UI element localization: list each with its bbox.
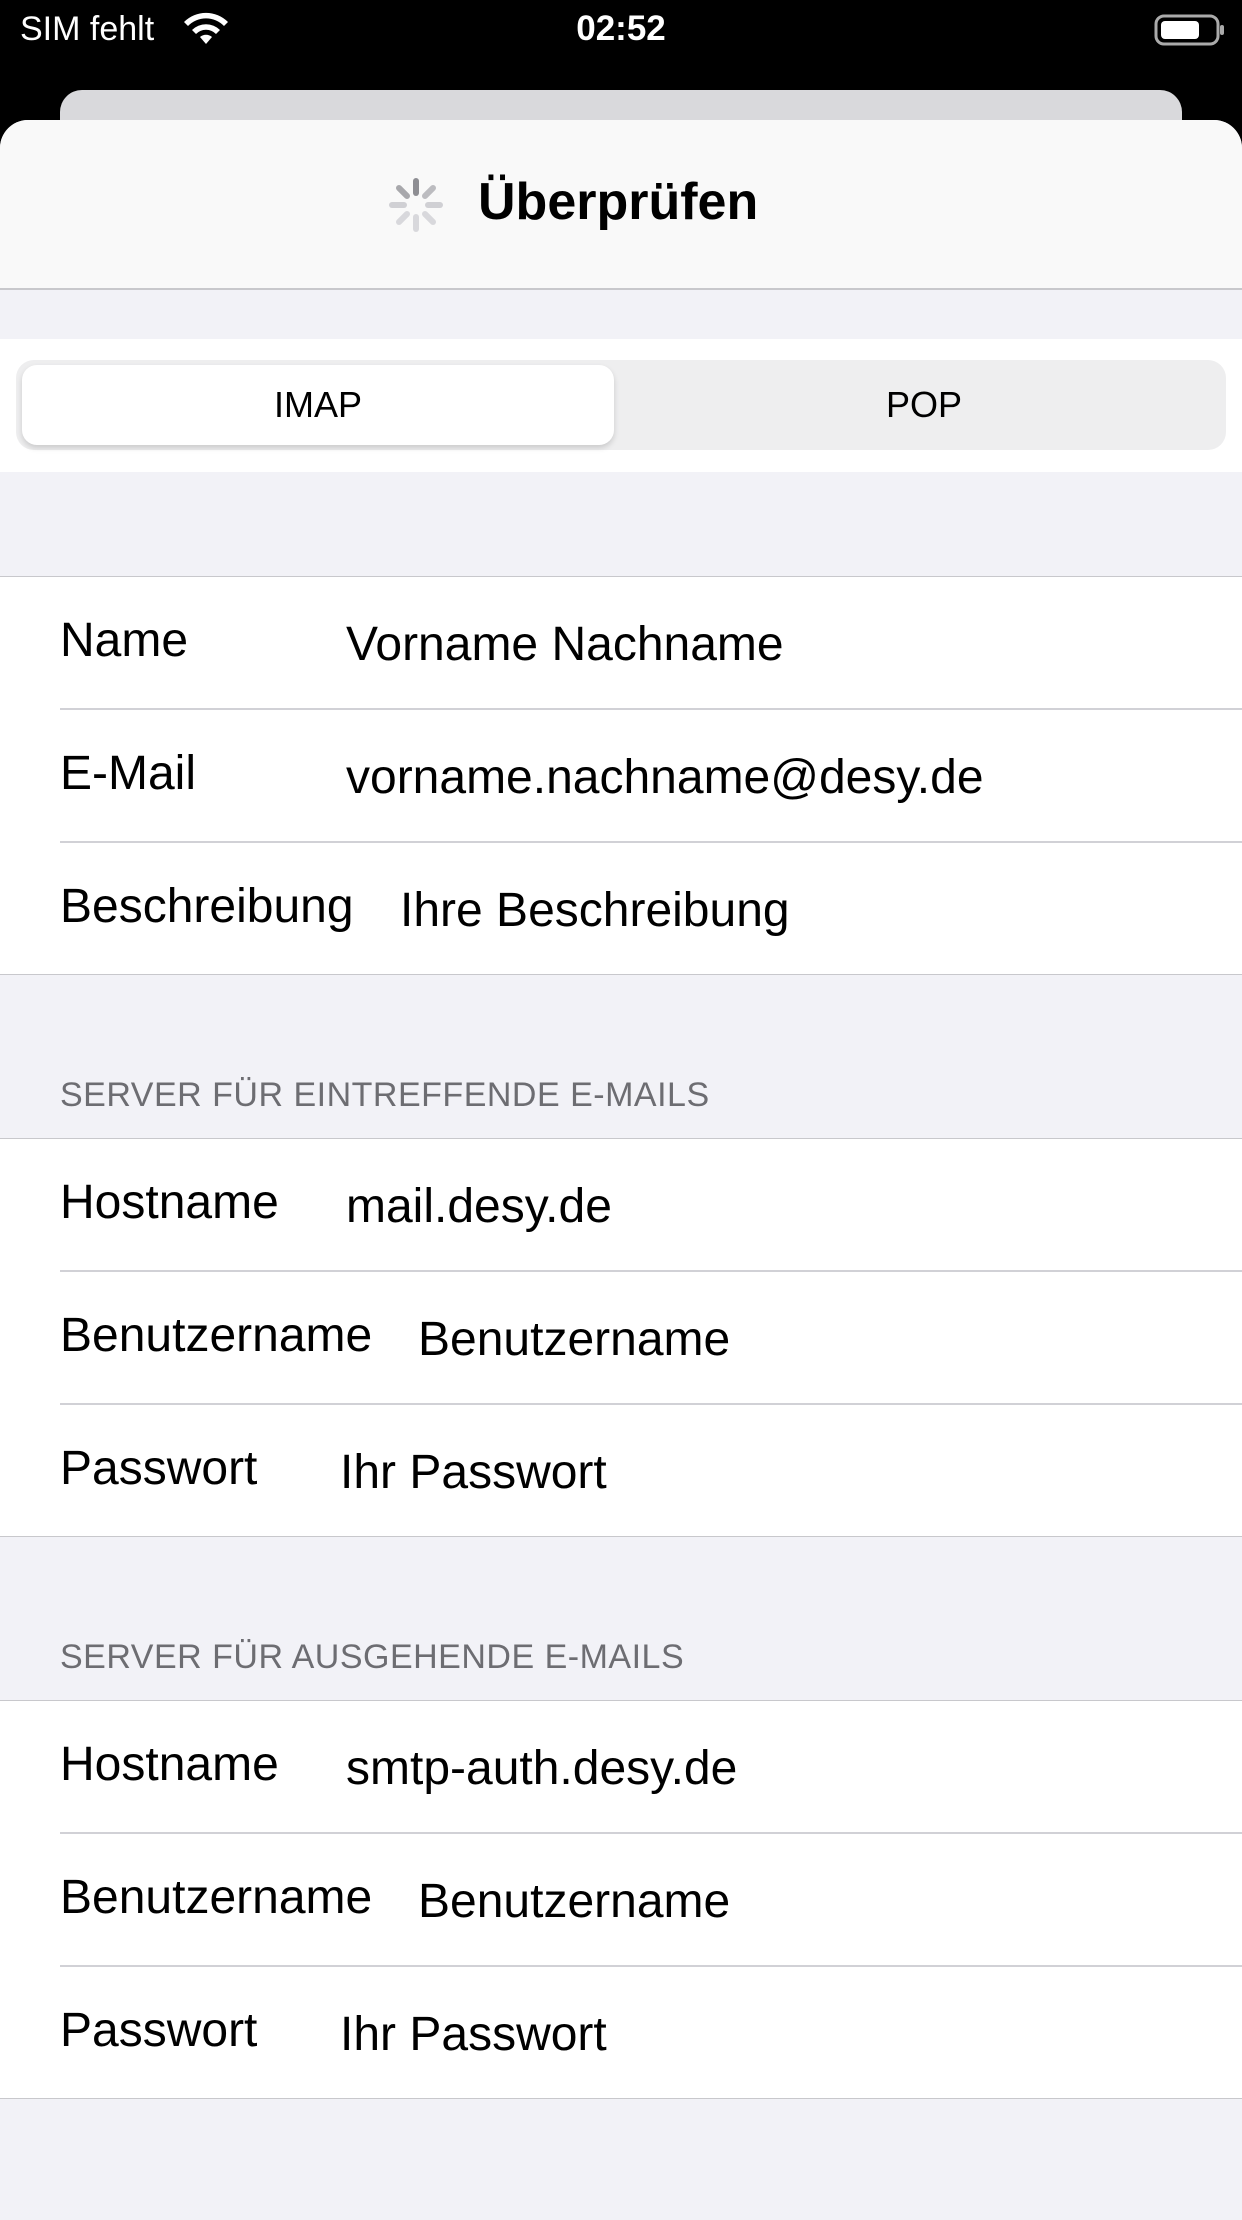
protocol-segment-container: IMAP POP (0, 339, 1242, 472)
outgoing-username-label: Benutzername (60, 1871, 373, 1924)
segment-imap[interactable]: IMAP (22, 365, 614, 445)
incoming-server-header: SERVER FÜR EINTREFFENDE E-MAILS (60, 1076, 710, 1114)
incoming-username-label: Benutzername (60, 1309, 373, 1362)
loading-spinner-icon (389, 178, 443, 232)
segment-pop[interactable]: POP (628, 365, 1220, 445)
mail-account-sheet: Überprüfen IMAP POP Name Vorname Nachnam… (0, 120, 1242, 2220)
description-field[interactable]: Ihre Beschreibung (400, 883, 790, 938)
outgoing-hostname-field[interactable]: smtp-auth.desy.de (346, 1741, 737, 1796)
outgoing-password-label: Passwort (60, 2004, 258, 2057)
incoming-server-group: Hostname mail.desy.de Benutzername Benut… (0, 1138, 1242, 1537)
incoming-password-field[interactable]: Ihr Passwort (340, 1445, 607, 1500)
email-label: E-Mail (60, 747, 197, 800)
outgoing-username-row[interactable]: Benutzername Benutzername (60, 1834, 1242, 1967)
outgoing-password-field[interactable]: Ihr Passwort (340, 2007, 607, 2062)
outgoing-server-header: SERVER FÜR AUSGEHENDE E-MAILS (60, 1638, 685, 1676)
incoming-hostname-row[interactable]: Hostname mail.desy.de (60, 1139, 1242, 1272)
incoming-hostname-field[interactable]: mail.desy.de (346, 1179, 612, 1234)
clock: 02:52 (576, 9, 666, 48)
page-title: Überprüfen (478, 173, 759, 231)
outgoing-username-field[interactable]: Benutzername (418, 1874, 730, 1929)
name-row[interactable]: Name Vorname Nachname (60, 577, 1242, 710)
account-group: Name Vorname Nachname E-Mail vorname.nac… (0, 576, 1242, 975)
email-row[interactable]: E-Mail vorname.nachname@desy.de (60, 710, 1242, 843)
outgoing-server-group: Hostname smtp-auth.desy.de Benutzername … (0, 1700, 1242, 2099)
name-label: Name (60, 614, 189, 667)
incoming-username-row[interactable]: Benutzername Benutzername (60, 1272, 1242, 1405)
protocol-segmented-control: IMAP POP (16, 360, 1226, 450)
incoming-hostname-label: Hostname (60, 1176, 279, 1229)
incoming-username-field[interactable]: Benutzername (418, 1312, 730, 1367)
email-field[interactable]: vorname.nachname@desy.de (346, 750, 984, 805)
outgoing-hostname-label: Hostname (60, 1738, 279, 1791)
description-row[interactable]: Beschreibung Ihre Beschreibung (60, 843, 1242, 974)
name-field[interactable]: Vorname Nachname (346, 617, 784, 672)
status-bar: SIM fehlt 02:52 (0, 0, 1242, 62)
navigation-bar: Überprüfen (0, 120, 1242, 290)
outgoing-hostname-row[interactable]: Hostname smtp-auth.desy.de (60, 1701, 1242, 1834)
incoming-password-row[interactable]: Passwort Ihr Passwort (60, 1405, 1242, 1536)
battery-icon (1154, 14, 1224, 46)
description-label: Beschreibung (60, 880, 354, 933)
incoming-password-label: Passwort (60, 1442, 258, 1495)
outgoing-password-row[interactable]: Passwort Ihr Passwort (60, 1967, 1242, 2098)
